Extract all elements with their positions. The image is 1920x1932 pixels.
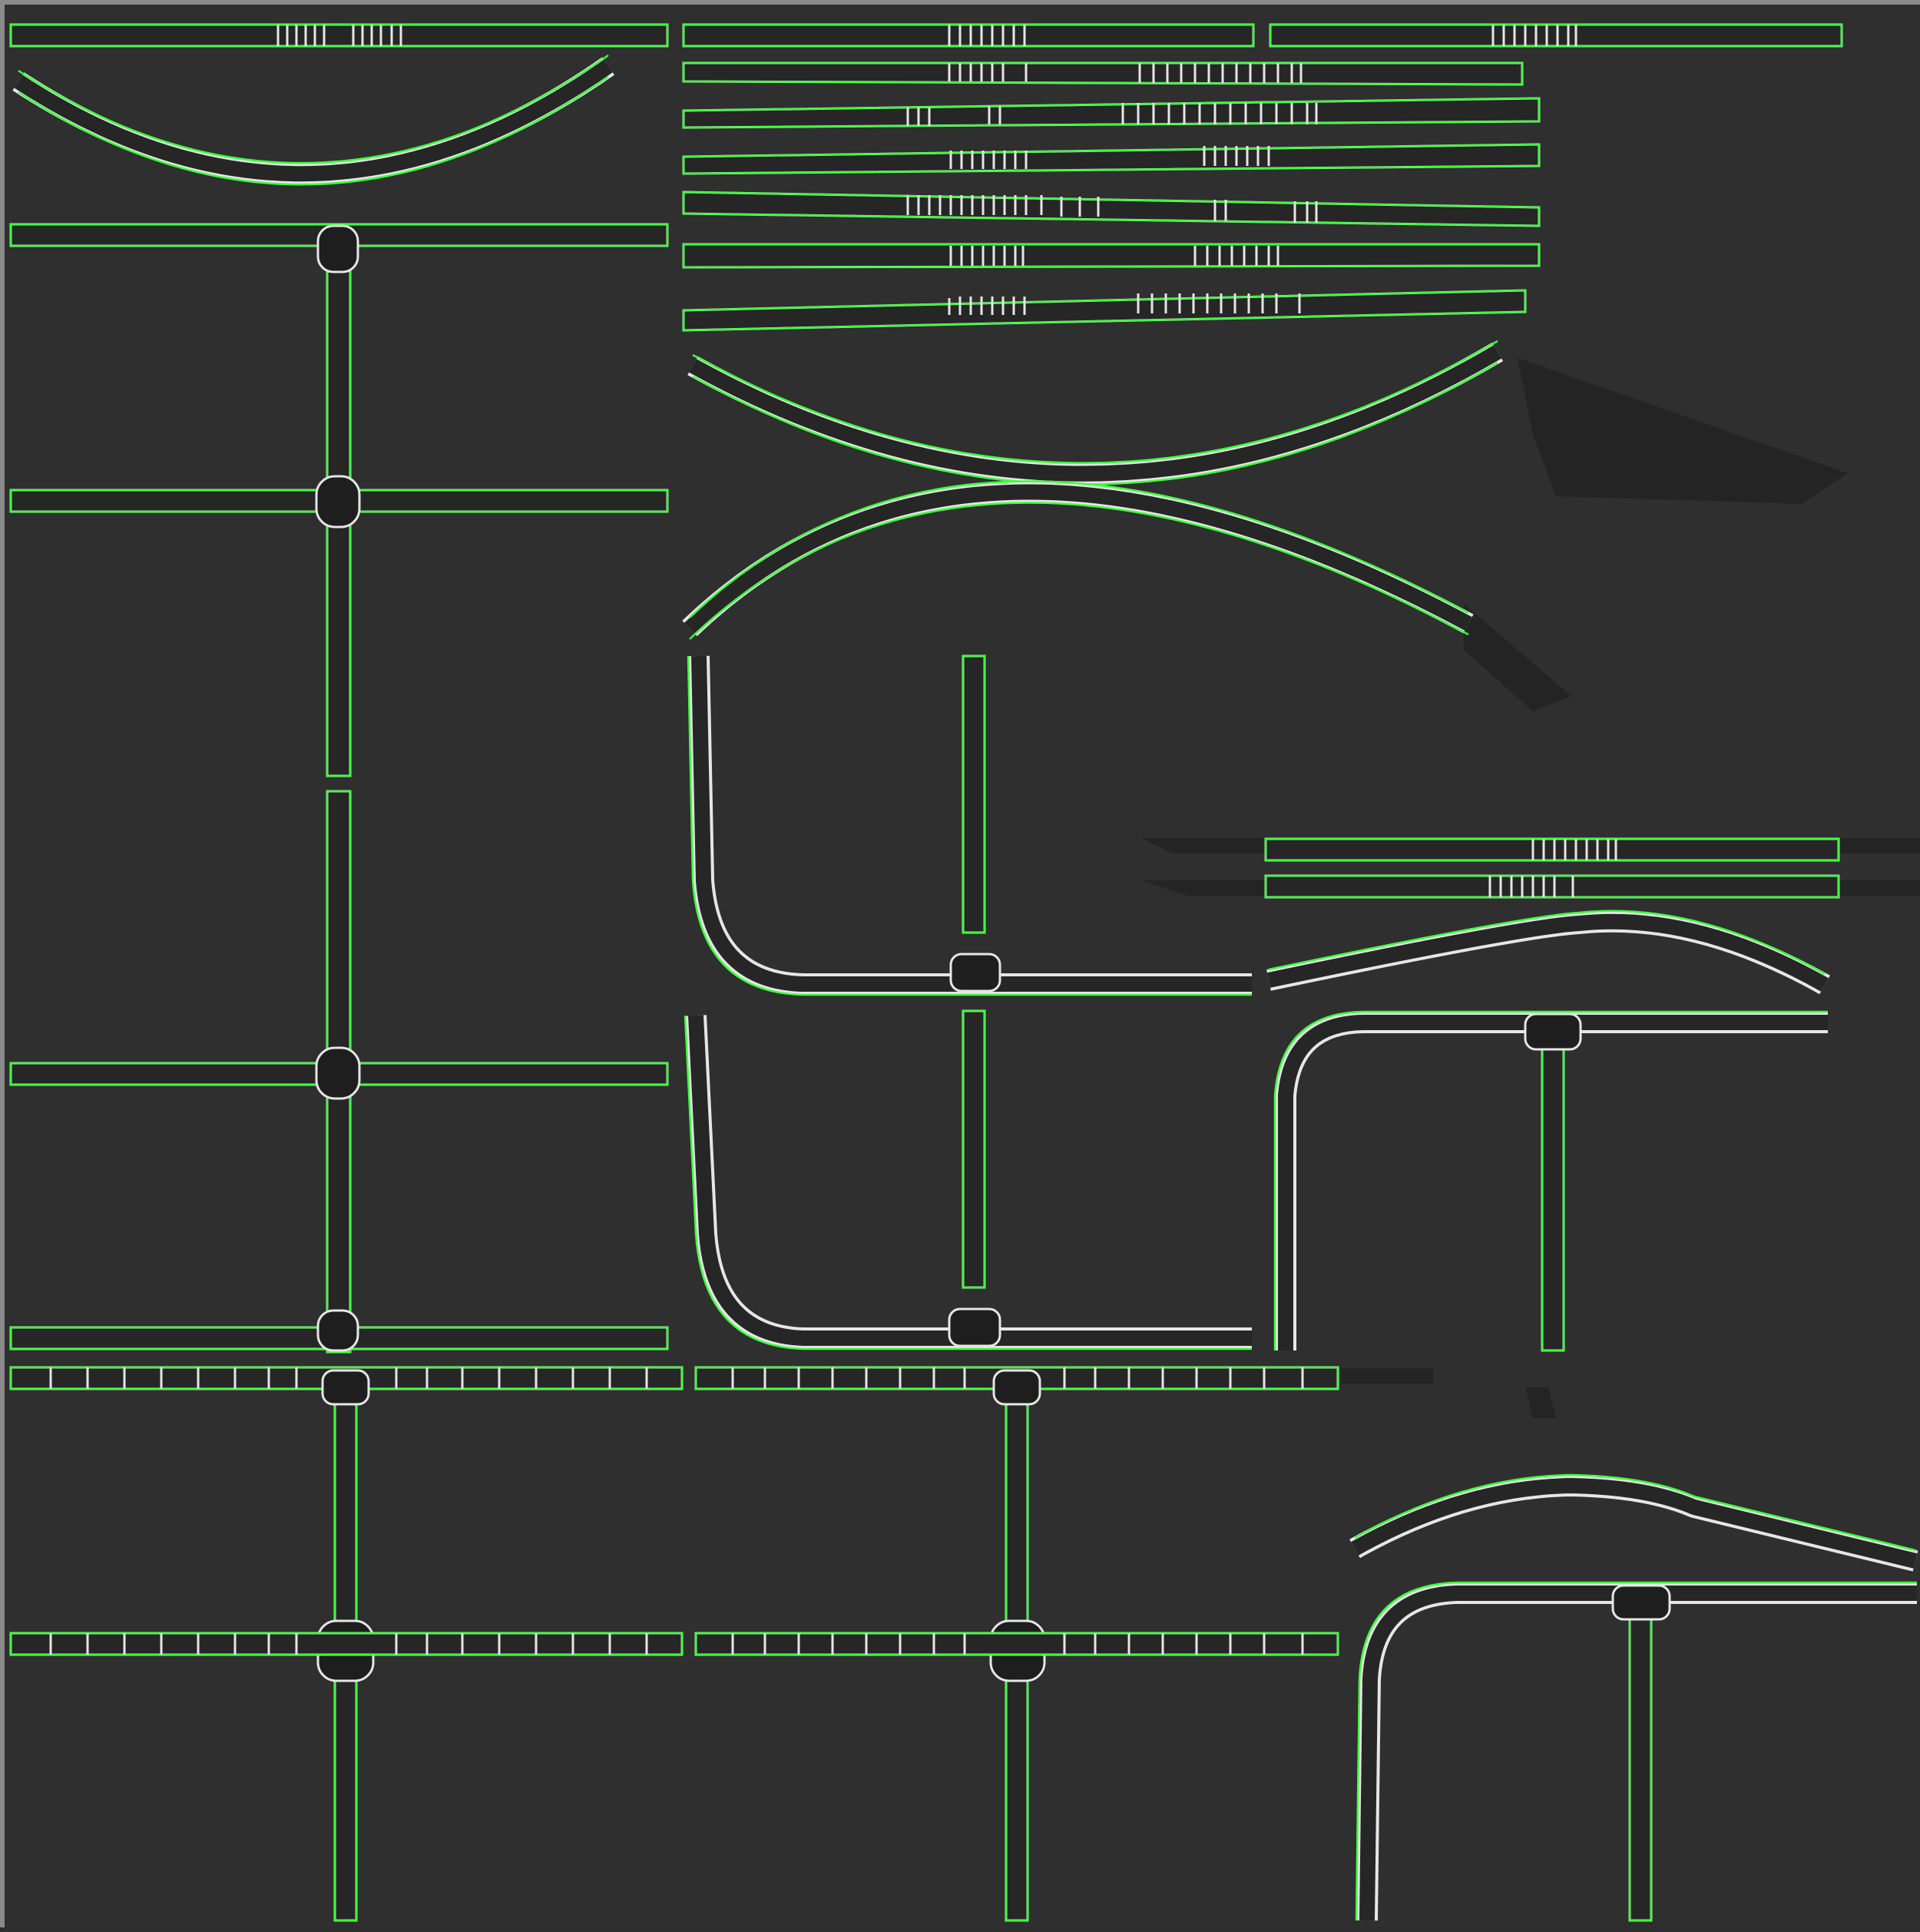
uv-island-straight[interactable] — [682, 243, 1541, 269]
bottom-rail-grid — [9, 1366, 1339, 1922]
left-rail-junctions — [9, 223, 669, 1354]
uv-island-straight[interactable] — [682, 97, 1541, 129]
uv-island-straight[interactable] — [682, 23, 1255, 48]
uv-island-cross-junction[interactable] — [9, 475, 669, 529]
uv-island-straight[interactable] — [682, 143, 1541, 175]
uv-island-straight[interactable] — [1269, 23, 1843, 48]
uv-island-cross-junction[interactable] — [694, 1632, 1339, 1656]
uv-island-curve[interactable] — [1349, 1473, 1918, 1572]
uv-layout — [9, 23, 1920, 1922]
uv-island-cross-junction[interactable] — [9, 790, 669, 1354]
uv-island-t-junction[interactable] — [9, 1309, 669, 1352]
uv-editor-viewport[interactable] — [0, 0, 1920, 1927]
uv-island-corner-t[interactable] — [687, 654, 1252, 996]
uv-island-curve[interactable] — [687, 340, 1504, 485]
uv-island-straight[interactable] — [1264, 874, 1840, 899]
uv-island-corner-t[interactable] — [684, 1009, 1252, 1350]
uv-island-straight[interactable] — [682, 191, 1541, 227]
corner-pieces-right — [1273, 1010, 1917, 1922]
uv-island-straight[interactable] — [9, 23, 669, 48]
uv-island-cross-junction[interactable] — [9, 1632, 684, 1656]
uv-island-straight[interactable] — [1264, 837, 1840, 862]
uv-island-curve[interactable] — [682, 480, 1474, 640]
uv-island-straight[interactable] — [682, 289, 1527, 332]
uv-island-corner-t[interactable] — [1355, 1581, 1917, 1922]
uv-island-curve[interactable] — [12, 54, 615, 186]
corner-pieces-middle — [684, 654, 1252, 1350]
uv-island-corner-t[interactable] — [1273, 1010, 1828, 1352]
uv-island-straight[interactable] — [682, 61, 1524, 86]
uv-island-curve[interactable] — [1266, 910, 1830, 995]
